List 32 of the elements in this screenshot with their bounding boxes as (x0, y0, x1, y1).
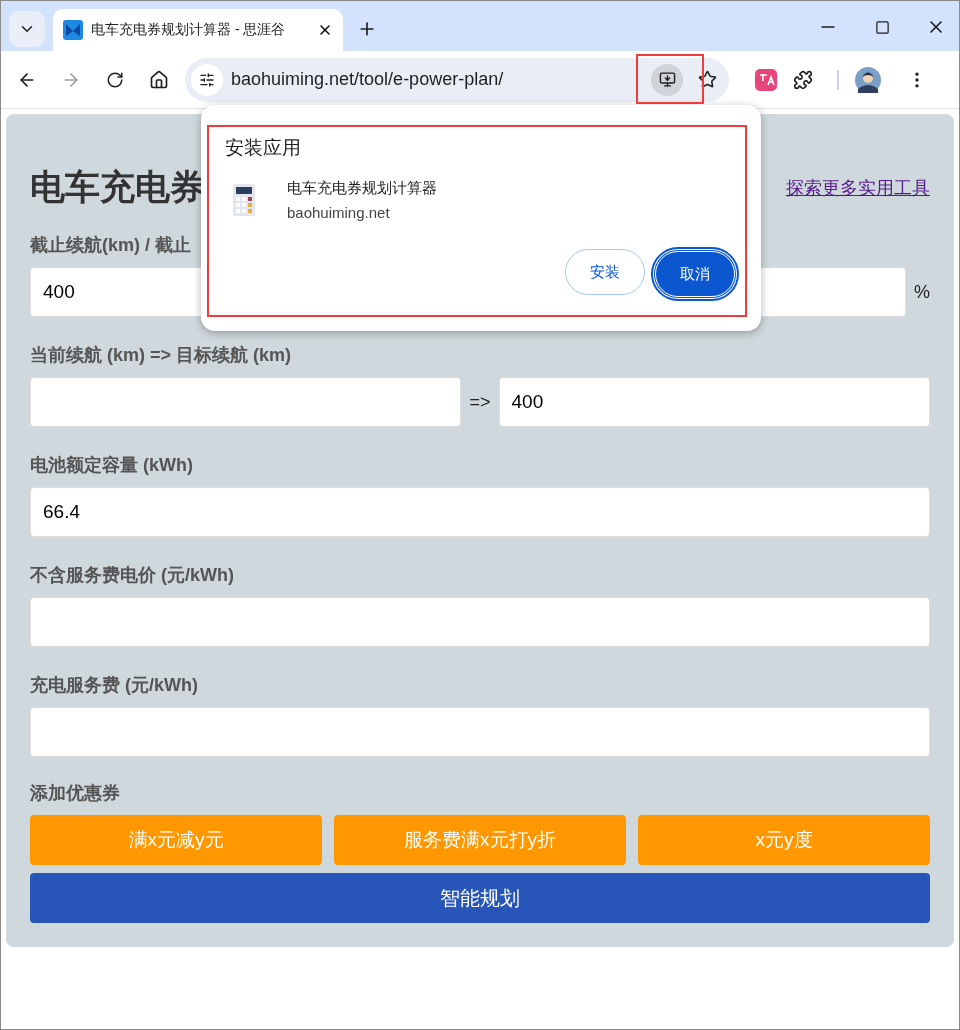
field-label: 截止续航(km) / 截止 (30, 234, 192, 257)
address-bar[interactable]: baohuiming.net/tool/e-power-plan/ (185, 57, 729, 102)
plan-button[interactable]: 智能规划 (30, 873, 930, 923)
app-name: 电车充电券规划计算器 (287, 179, 437, 198)
app-domain: baohuiming.net (287, 204, 391, 221)
field-label: 不含服务费电价 (元/kWh) (30, 564, 235, 587)
unit-label: % (914, 281, 930, 303)
field-label: 当前续航 (km) => 目标续航 (km) (30, 344, 293, 367)
arrow-label: => (469, 391, 491, 413)
translate-icon[interactable] (755, 68, 777, 91)
site-logo-icon (63, 20, 83, 40)
install-button[interactable]: 安装 (565, 249, 645, 295)
text-input[interactable] (30, 597, 930, 647)
highlight-frame (636, 54, 704, 104)
field-label: 充电服务费 (元/kWh) (30, 674, 199, 697)
cancel-button[interactable]: 取消 (653, 249, 737, 299)
field-label: 电池额定容量 (kWh) (30, 454, 194, 477)
site-settings-icon[interactable] (191, 63, 223, 96)
section-label: 添加优惠券 (30, 782, 121, 805)
url-text: baohuiming.net/tool/e-power-plan/ (231, 69, 505, 90)
calculator-icon (233, 184, 255, 216)
install-app-icon[interactable] (651, 63, 683, 96)
text-input[interactable]: 400 (498, 377, 930, 427)
dialog-title: 安装应用 (225, 136, 302, 160)
page-heading: 电车充电券 (30, 166, 205, 208)
avatar-icon[interactable] (855, 66, 881, 93)
text-input[interactable] (30, 377, 462, 427)
browser-tab[interactable]: 电车充电券规划计算器 - 思涯谷 (53, 9, 343, 51)
text-input[interactable]: 66.4 (30, 487, 930, 537)
text-input[interactable] (30, 707, 930, 757)
tab-title: 电车充电券规划计算器 - 思涯谷 (91, 21, 287, 39)
tools-link[interactable]: 探索更多实用工具 (786, 175, 930, 200)
